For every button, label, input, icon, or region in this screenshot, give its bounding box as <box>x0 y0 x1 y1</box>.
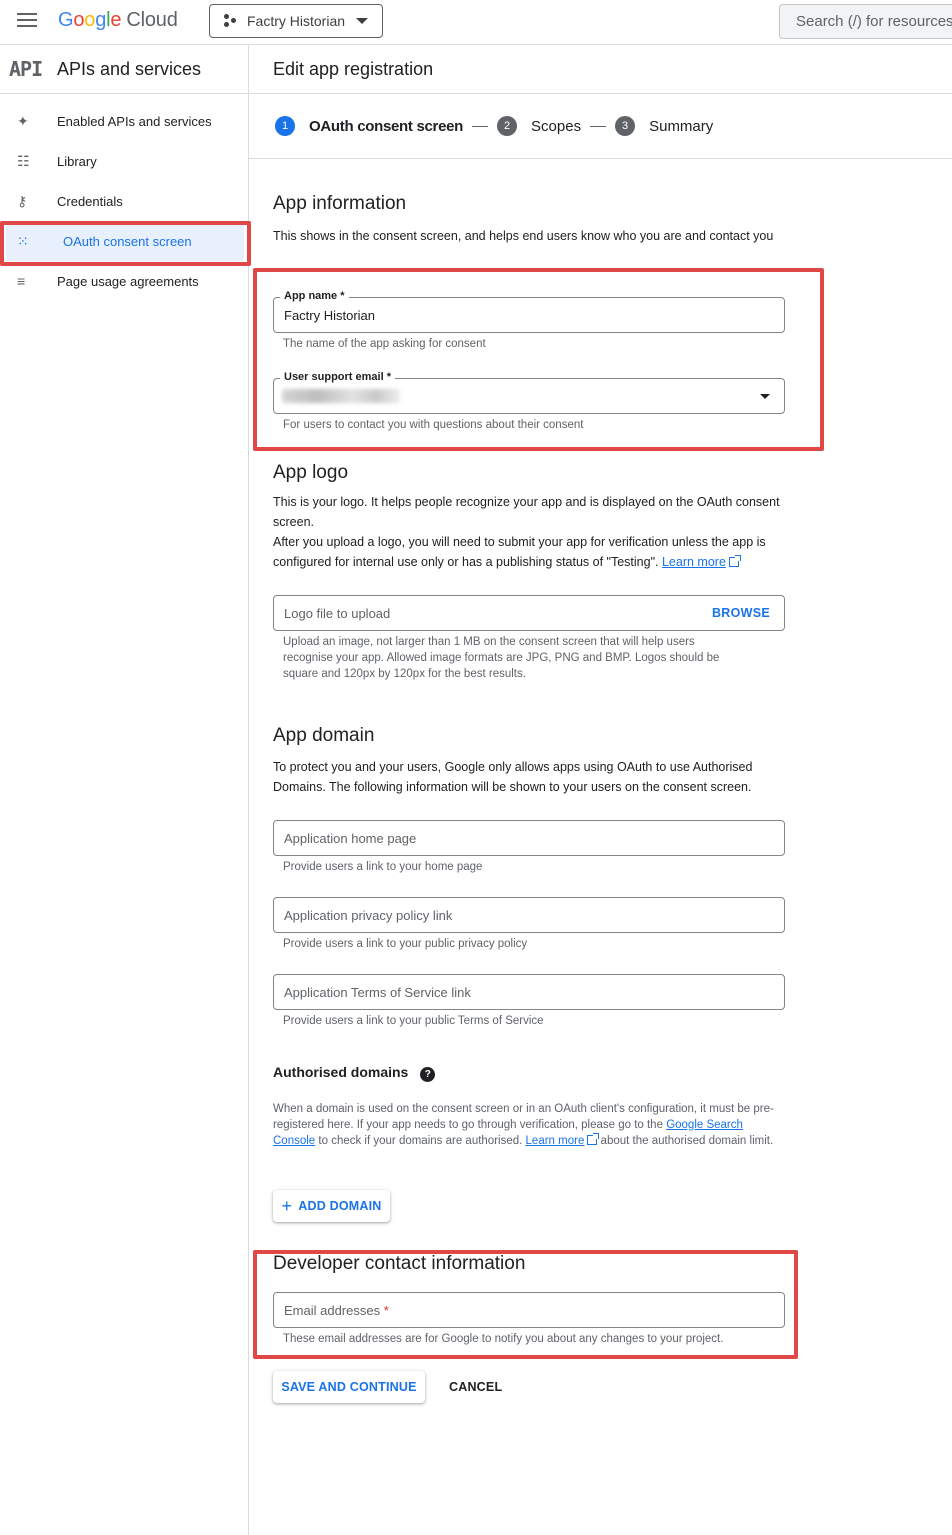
logo-letter: G <box>58 9 74 31</box>
menu-icon[interactable] <box>17 13 37 29</box>
app-domain-desc: To protect you and your users, Google on… <box>273 760 753 794</box>
sidebar-item-enabled-apis[interactable]: ✦ Enabled APIs and services <box>0 101 248 141</box>
sidebar: API APIs and services ✦ Enabled APIs and… <box>0 45 249 1535</box>
sidebar-item-label: Page usage agreements <box>57 273 199 289</box>
logo-product: Cloud <box>126 9 178 31</box>
privacy-policy-placeholder: Application privacy policy link <box>284 908 453 923</box>
app-domain-heading: App domain <box>273 725 375 746</box>
privacy-policy-helper: Provide users a link to your public priv… <box>283 938 528 950</box>
learn-more-link[interactable]: Learn more <box>526 1135 585 1147</box>
app-logo-desc-1: This is your logo. It helps people recog… <box>273 495 780 529</box>
terms-of-service-placeholder: Application Terms of Service link <box>284 985 471 1000</box>
add-domain-button[interactable]: + ADD DOMAIN <box>273 1190 390 1222</box>
sidebar-title: APIs and services <box>57 58 202 79</box>
enabled-apis-icon: ✦ <box>17 112 29 129</box>
app-logo-heading: App logo <box>273 462 349 483</box>
library-icon: ☷ <box>17 152 30 169</box>
sidebar-item-label: Library <box>57 153 97 169</box>
logo-file-upload[interactable]: Logo file to upload BROWSE <box>273 595 785 631</box>
terms-of-service-input[interactable]: Application Terms of Service link <box>273 974 785 1010</box>
home-page-input[interactable]: Application home page <box>273 820 785 856</box>
google-cloud-logo[interactable]: Google Cloud <box>58 9 178 32</box>
plus-icon: + <box>281 1196 293 1216</box>
browse-button[interactable]: BROWSE <box>712 606 770 620</box>
logo-letter: o <box>73 9 85 31</box>
privacy-policy-input[interactable]: Application privacy policy link <box>273 897 785 933</box>
settings-list-icon: ≡ <box>17 273 26 289</box>
terms-of-service-helper: Provide users a link to your public Term… <box>283 1015 544 1027</box>
save-and-continue-label: SAVE AND CONTINUE <box>281 1380 417 1394</box>
app-information-heading: App information <box>273 193 407 214</box>
annotation-box-sidebar <box>0 221 251 266</box>
key-icon: ⚷ <box>17 192 28 209</box>
authorised-domains-desc: When a domain is used on the consent scr… <box>273 1101 783 1149</box>
add-domain-label: ADD DOMAIN <box>298 1199 382 1213</box>
logo-letter: o <box>84 9 96 31</box>
annotation-box-app-info <box>253 268 824 451</box>
sidebar-item-page-usage[interactable]: ≡ Page usage agreements <box>0 261 248 301</box>
api-icon: API <box>9 57 43 81</box>
cancel-button[interactable]: CANCEL <box>449 1371 502 1403</box>
logo-letter: e <box>110 9 122 31</box>
sidebar-item-label: Enabled APIs and services <box>57 113 212 129</box>
project-icon <box>224 14 238 28</box>
sidebar-nav: ✦ Enabled APIs and services ☷ Library ⚷ … <box>0 101 248 301</box>
logo-letter: g <box>95 9 107 31</box>
authorised-domains-heading: Authorised domains? <box>273 1064 436 1082</box>
sidebar-item-credentials[interactable]: ⚷ Credentials <box>0 181 248 221</box>
save-and-continue-button[interactable]: SAVE AND CONTINUE <box>273 1371 425 1403</box>
sidebar-item-library[interactable]: ☷ Library <box>0 141 248 181</box>
external-link-icon <box>728 555 741 567</box>
external-link-icon <box>587 1133 600 1145</box>
authorised-domains-title: Authorised domains <box>273 1064 409 1080</box>
logo-file-placeholder: Logo file to upload <box>284 606 391 621</box>
annotation-box-developer <box>253 1250 798 1359</box>
app-information-desc: This shows in the consent screen, and he… <box>273 229 774 243</box>
cancel-label: CANCEL <box>449 1380 503 1394</box>
help-icon[interactable]: ? <box>420 1067 436 1082</box>
sidebar-header: API APIs and services <box>0 45 248 94</box>
authorised-domains-desc-2: to check if your domains are authorised. <box>318 1135 523 1147</box>
sidebar-item-label: Credentials <box>57 193 123 209</box>
home-page-helper: Provide users a link to your home page <box>283 861 483 873</box>
logo-helper: Upload an image, not larger than 1 MB on… <box>283 636 720 680</box>
app-logo-desc-2: After you upload a logo, you will need t… <box>273 532 783 572</box>
home-page-placeholder: Application home page <box>284 831 417 846</box>
learn-more-link[interactable]: Learn more <box>662 555 726 569</box>
authorised-domains-desc-3: about the authorised domain limit. <box>600 1135 774 1147</box>
app-logo-desc: This is your logo. It helps people recog… <box>273 492 783 572</box>
